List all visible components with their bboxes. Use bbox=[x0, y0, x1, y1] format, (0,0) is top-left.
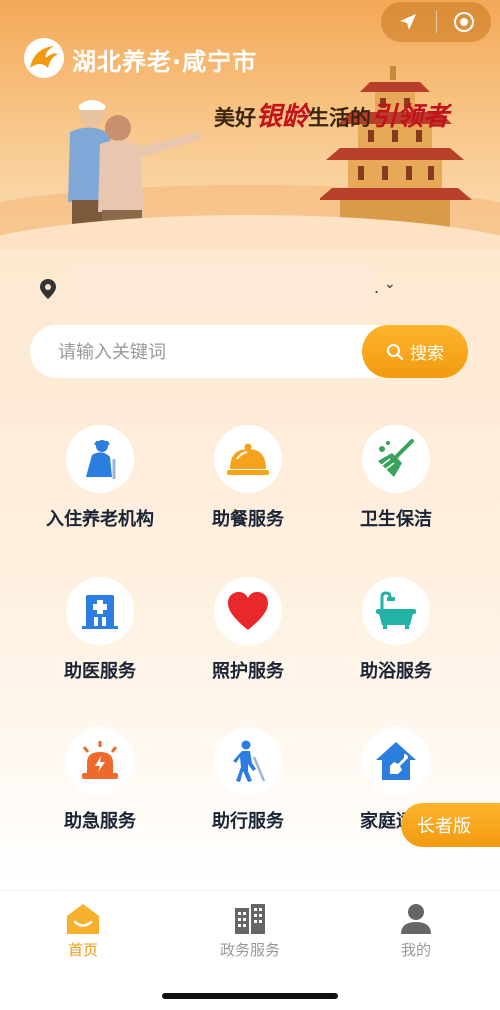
building-icon bbox=[235, 904, 265, 934]
slogan-highlight-2: 引领者 bbox=[371, 102, 450, 132]
search-button-label: 搜索 bbox=[410, 344, 444, 364]
service-item-medical-assistance[interactable]: 助医服务 bbox=[25, 577, 175, 707]
target-circle-icon bbox=[453, 12, 474, 32]
search-icon bbox=[387, 343, 403, 360]
service-icon-circle bbox=[362, 425, 430, 493]
tab-label: 政务服务 bbox=[219, 941, 280, 959]
service-item-meal-assistance[interactable]: 助餐服务 bbox=[173, 425, 323, 555]
service-item-elderly-care-institution[interactable]: 入住养老机构 bbox=[25, 425, 175, 555]
service-label: 助浴服务 bbox=[360, 661, 432, 682]
service-icon-circle bbox=[66, 425, 134, 493]
service-item-nursing-care[interactable]: 照护服务 bbox=[173, 577, 323, 707]
chevron-down-icon[interactable]: ⌄ bbox=[384, 276, 396, 292]
location-pin-icon bbox=[40, 279, 56, 299]
location-arrow-button[interactable] bbox=[381, 2, 436, 42]
service-label: 助餐服务 bbox=[212, 509, 284, 530]
tab-label: 首页 bbox=[67, 941, 98, 959]
bottom-tabbar: 首页 政务服务 我的 bbox=[0, 890, 500, 1010]
user-icon bbox=[401, 904, 431, 934]
miniprogram-capsule bbox=[381, 2, 491, 42]
service-label: 助行服务 bbox=[212, 811, 284, 832]
service-item-cleaning[interactable]: 卫生保洁 bbox=[321, 425, 471, 555]
banner-slogan: 美好银龄生活的引领者 bbox=[214, 96, 449, 133]
location-value-box[interactable] bbox=[66, 264, 374, 314]
service-label: 入住养老机构 bbox=[46, 509, 154, 530]
tab-government-services[interactable]: 政务服务 bbox=[190, 901, 310, 960]
tab-label: 我的 bbox=[400, 941, 431, 959]
service-label: 助医服务 bbox=[64, 661, 136, 682]
navigation-arrow-icon bbox=[400, 14, 417, 30]
service-icon-circle bbox=[66, 577, 134, 645]
service-icon-circle bbox=[362, 577, 430, 645]
banner: 美好银龄生活的引领者 湖北养老·咸宁市 bbox=[0, 0, 500, 250]
home-icon bbox=[67, 904, 99, 934]
home-indicator bbox=[162, 993, 338, 999]
service-item-emergency-assistance[interactable]: 助急服务 bbox=[25, 727, 175, 857]
alarm-light-icon bbox=[82, 741, 118, 779]
service-icon-circle bbox=[214, 425, 282, 493]
service-item-walking-assistance[interactable]: 助行服务 bbox=[173, 727, 323, 857]
service-icon-circle bbox=[214, 727, 282, 795]
service-label: 助急服务 bbox=[64, 811, 136, 832]
service-label: 照护服务 bbox=[212, 661, 284, 682]
search-button[interactable]: 搜索 bbox=[362, 325, 468, 378]
slogan-middle: 生活的 bbox=[308, 105, 372, 130]
hospital-icon bbox=[82, 595, 118, 629]
yellow-crane-tower-illustration bbox=[320, 66, 472, 234]
elderly-person-icon bbox=[86, 440, 116, 479]
elder-mode-label: 长者版 bbox=[417, 816, 471, 837]
brand-title: 湖北养老·咸宁市 bbox=[72, 48, 258, 76]
bathtub-icon bbox=[376, 591, 416, 629]
service-icon-circle bbox=[66, 727, 134, 795]
location-suffix: . bbox=[374, 278, 380, 297]
service-icon-circle bbox=[214, 577, 282, 645]
elder-mode-button[interactable]: 长者版 bbox=[401, 803, 500, 847]
food-cloche-icon bbox=[227, 443, 269, 475]
heart-icon bbox=[228, 592, 268, 630]
service-icon-circle bbox=[362, 727, 430, 795]
slogan-prefix: 美好 bbox=[214, 105, 256, 130]
home-repair-icon bbox=[376, 742, 416, 780]
brand-logo bbox=[24, 38, 64, 78]
tab-profile[interactable]: 我的 bbox=[356, 901, 476, 960]
search-bar: 搜索 bbox=[30, 325, 468, 378]
service-label: 卫生保洁 bbox=[360, 509, 432, 530]
tab-home[interactable]: 首页 bbox=[23, 901, 143, 960]
walking-cane-icon bbox=[233, 740, 266, 782]
close-miniprogram-button[interactable] bbox=[437, 2, 492, 42]
broom-icon bbox=[378, 439, 414, 477]
location-selector[interactable]: . ⌄ bbox=[40, 262, 460, 314]
slogan-highlight-1: 银龄 bbox=[256, 102, 309, 132]
search-input[interactable] bbox=[56, 337, 360, 367]
service-item-bathing-assistance[interactable]: 助浴服务 bbox=[321, 577, 471, 707]
